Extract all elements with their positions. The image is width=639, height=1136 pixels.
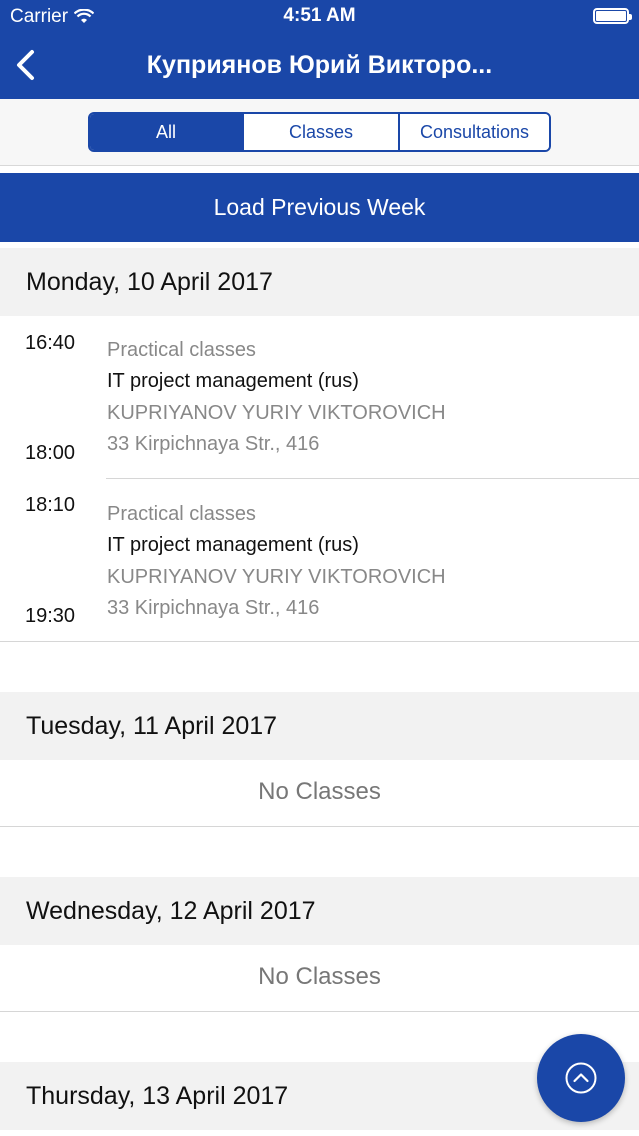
section-divider: [0, 826, 639, 827]
status-bar: Carrier 4:51 AM: [0, 0, 639, 33]
no-classes-label: No Classes: [258, 778, 381, 805]
filter-classes[interactable]: Classes: [242, 114, 398, 150]
day-header-tuesday: Tuesday, 11 April 2017: [0, 692, 639, 760]
lesson-end-time: 18:00: [25, 442, 76, 464]
page-title: Куприянов Юрий Викторо...: [146, 51, 493, 79]
lesson-teacher: KUPRIYANOV YURIY VIKTOROVICH: [107, 566, 446, 588]
lesson-subject: IT project management (rus): [107, 534, 359, 556]
chevron-up-circle-icon: [565, 1062, 597, 1094]
day-header-monday: Monday, 10 April 2017: [0, 248, 639, 316]
lesson-start-time: 18:10: [25, 494, 76, 516]
section-divider: [0, 641, 639, 642]
day-header-wednesday: Wednesday, 12 April 2017: [0, 877, 639, 945]
battery-icon: [593, 8, 632, 24]
filter-all[interactable]: All: [90, 114, 242, 150]
lesson-start-time: 16:40: [25, 332, 76, 354]
lesson-subject: IT project management (rus): [107, 370, 359, 392]
lesson-room: 33 Kirpichnaya Str., 416: [107, 597, 320, 619]
lesson-type: Practical classes: [107, 339, 256, 361]
lesson-type: Practical classes: [107, 503, 256, 525]
filter-bar: All Classes Consultations: [0, 99, 639, 166]
lesson-room: 33 Kirpichnaya Str., 416: [107, 433, 320, 455]
section-divider: [0, 1011, 639, 1012]
lesson-item[interactable]: 16:40 Practical classes IT project manag…: [0, 316, 639, 478]
load-previous-week-button[interactable]: Load Previous Week: [0, 173, 639, 242]
scroll-to-top-button[interactable]: [537, 1034, 625, 1122]
lesson-item[interactable]: 18:10 Practical classes IT project manag…: [0, 479, 639, 641]
navigation-bar: Куприянов Юрий Викторо...: [0, 33, 639, 99]
lesson-end-time: 19:30: [25, 605, 76, 627]
lesson-teacher: KUPRIYANOV YURIY VIKTOROVICH: [107, 402, 446, 424]
no-classes-label: No Classes: [258, 963, 381, 990]
status-time: 4:51 AM: [283, 5, 356, 26]
filter-segmented-control: All Classes Consultations: [88, 112, 551, 152]
filter-consultations[interactable]: Consultations: [398, 114, 549, 150]
